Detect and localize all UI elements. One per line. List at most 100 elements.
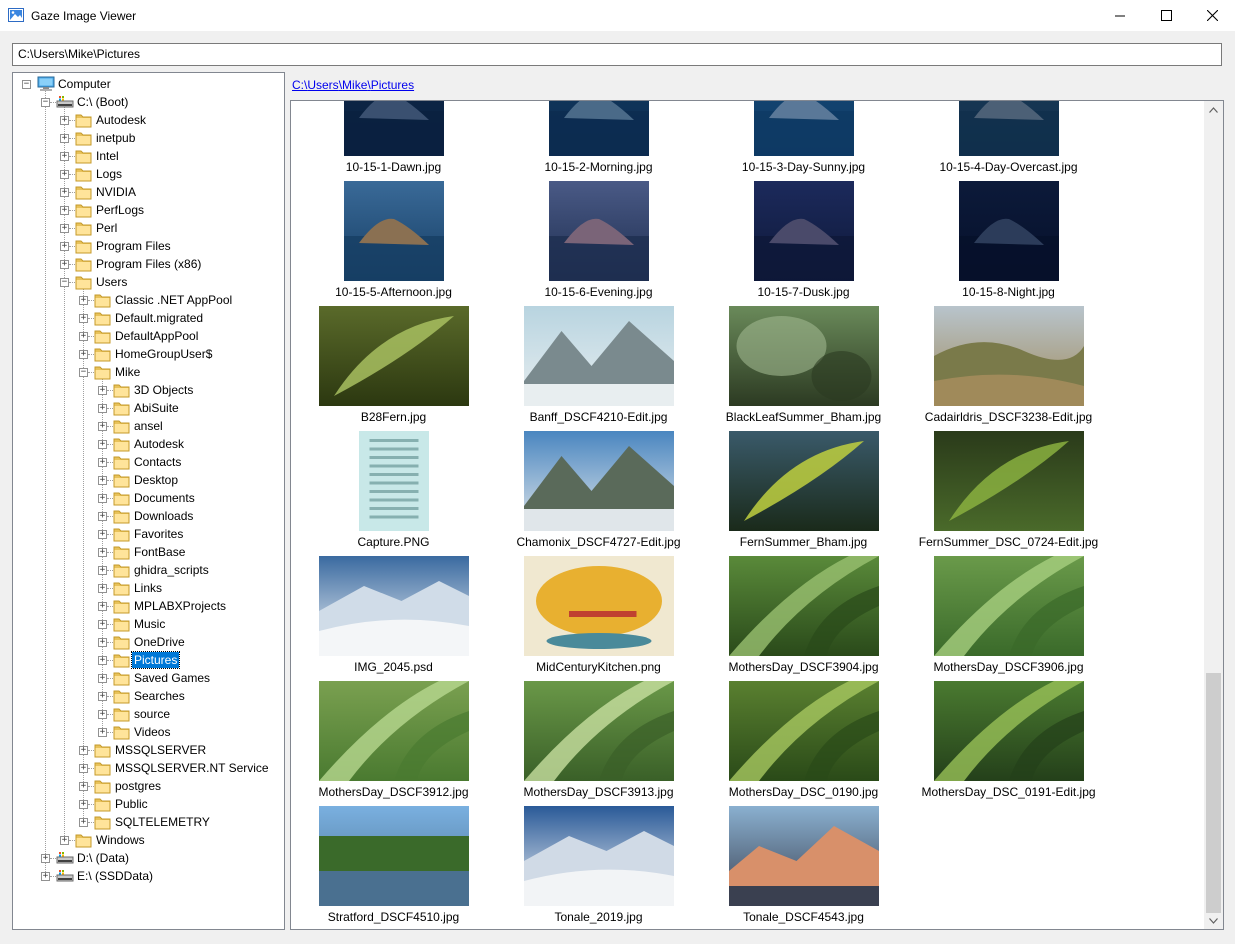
thumbnail-item[interactable]: MothersDay_DSC_0190.jpg: [701, 681, 906, 806]
tree-item[interactable]: + HomeGroupUser$: [13, 345, 284, 363]
tree-item[interactable]: + Intel: [13, 147, 284, 165]
thumbnail-item[interactable]: Banff_DSCF4210-Edit.jpg: [496, 306, 701, 431]
tree-item[interactable]: + Default.migrated: [13, 309, 284, 327]
tree-item[interactable]: + MSSQLSERVER: [13, 741, 284, 759]
expand-icon[interactable]: +: [60, 134, 69, 143]
thumbnail-item[interactable]: 10-15-8-Night.jpg: [906, 181, 1111, 306]
tree-item[interactable]: + Links: [13, 579, 284, 597]
expand-icon[interactable]: +: [98, 476, 107, 485]
thumbnail-item[interactable]: Tonale_2019.jpg: [496, 806, 701, 929]
thumbnail-item[interactable]: MothersDay_DSCF3906.jpg: [906, 556, 1111, 681]
thumbnail-item[interactable]: MothersDay_DSC_0191-Edit.jpg: [906, 681, 1111, 806]
expand-icon[interactable]: +: [98, 638, 107, 647]
expand-icon[interactable]: +: [79, 818, 88, 827]
tree-item[interactable]: + Autodesk: [13, 435, 284, 453]
breadcrumb-link[interactable]: Users: [307, 78, 338, 92]
tree-item[interactable]: + Music: [13, 615, 284, 633]
tree-item[interactable]: + Public: [13, 795, 284, 813]
tree-item[interactable]: + Windows: [13, 831, 284, 849]
thumbnail-item[interactable]: 10-15-3-Day-Sunny.jpg: [701, 101, 906, 181]
tree-item[interactable]: − Computer: [13, 75, 284, 93]
tree-item[interactable]: + DefaultAppPool: [13, 327, 284, 345]
expand-icon[interactable]: +: [79, 800, 88, 809]
breadcrumb-link[interactable]: Mike: [342, 78, 367, 92]
expand-icon[interactable]: +: [98, 728, 107, 737]
thumbnail-item[interactable]: Stratford_DSCF4510.jpg: [291, 806, 496, 929]
expand-icon[interactable]: +: [79, 782, 88, 791]
thumbnail-item[interactable]: 10-15-5-Afternoon.jpg: [291, 181, 496, 306]
thumbnail-item[interactable]: Capture.PNG: [291, 431, 496, 556]
expand-icon[interactable]: +: [60, 152, 69, 161]
expand-icon[interactable]: +: [41, 854, 50, 863]
expand-icon[interactable]: +: [79, 350, 88, 359]
expand-icon[interactable]: +: [98, 566, 107, 575]
tree-item[interactable]: + Searches: [13, 687, 284, 705]
expand-icon[interactable]: +: [60, 836, 69, 845]
maximize-button[interactable]: [1143, 0, 1189, 31]
tree-item[interactable]: + Contacts: [13, 453, 284, 471]
expand-icon[interactable]: +: [98, 530, 107, 539]
expand-icon[interactable]: +: [98, 674, 107, 683]
tree-item[interactable]: + Favorites: [13, 525, 284, 543]
tree-item[interactable]: + PerfLogs: [13, 201, 284, 219]
tree-item[interactable]: + SQLTELEMETRY: [13, 813, 284, 831]
expand-icon[interactable]: +: [60, 116, 69, 125]
tree-item[interactable]: + OneDrive: [13, 633, 284, 651]
thumbnail-item[interactable]: BlackLeafSummer_Bham.jpg: [701, 306, 906, 431]
expand-icon[interactable]: +: [60, 224, 69, 233]
expand-icon[interactable]: +: [98, 620, 107, 629]
tree-item[interactable]: + postgres: [13, 777, 284, 795]
expand-icon[interactable]: +: [79, 746, 88, 755]
expand-icon[interactable]: +: [98, 404, 107, 413]
breadcrumb-link[interactable]: C:: [292, 78, 304, 92]
thumbnail-item[interactable]: MidCenturyKitchen.png: [496, 556, 701, 681]
tree-item[interactable]: − C:\ (Boot): [13, 93, 284, 111]
tree-item[interactable]: + ghidra_scripts: [13, 561, 284, 579]
tree-item[interactable]: + MSSQLSERVER.NT Service: [13, 759, 284, 777]
expand-icon[interactable]: +: [60, 188, 69, 197]
expand-icon[interactable]: +: [98, 458, 107, 467]
thumbnail-item[interactable]: FernSummer_DSC_0724-Edit.jpg: [906, 431, 1111, 556]
scroll-up-button[interactable]: [1204, 101, 1223, 118]
expand-icon[interactable]: +: [41, 872, 50, 881]
expand-icon[interactable]: +: [98, 548, 107, 557]
tree-item[interactable]: + FontBase: [13, 543, 284, 561]
expand-icon[interactable]: +: [98, 710, 107, 719]
collapse-icon[interactable]: −: [60, 278, 69, 287]
scroll-down-button[interactable]: [1204, 912, 1223, 929]
close-button[interactable]: [1189, 0, 1235, 31]
tree-item[interactable]: + MPLABXProjects: [13, 597, 284, 615]
tree-item[interactable]: + Classic .NET AppPool: [13, 291, 284, 309]
scrollbar-thumb[interactable]: [1206, 673, 1221, 913]
tree-item[interactable]: + source: [13, 705, 284, 723]
expand-icon[interactable]: +: [60, 206, 69, 215]
tree-item[interactable]: + Saved Games: [13, 669, 284, 687]
thumbnail-item[interactable]: MothersDay_DSCF3913.jpg: [496, 681, 701, 806]
tree-item[interactable]: + D:\ (Data): [13, 849, 284, 867]
thumbnail-item[interactable]: IMG_2045.psd: [291, 556, 496, 681]
tree-item[interactable]: + Pictures: [13, 651, 284, 669]
thumbnail-item[interactable]: B28Fern.jpg: [291, 306, 496, 431]
collapse-icon[interactable]: −: [79, 368, 88, 377]
collapse-icon[interactable]: −: [22, 80, 31, 89]
tree-item[interactable]: + Logs: [13, 165, 284, 183]
thumbnail-grid[interactable]: 10-15-1-Dawn.jpg 10-15-2-Morning.jpg 10-15…: [290, 100, 1224, 930]
expand-icon[interactable]: +: [60, 242, 69, 251]
expand-icon[interactable]: +: [98, 494, 107, 503]
expand-icon[interactable]: +: [79, 332, 88, 341]
folder-tree[interactable]: − Computer − C:\ (Boot) + Autodesk + inetpub + In…: [12, 72, 285, 930]
expand-icon[interactable]: +: [98, 512, 107, 521]
collapse-icon[interactable]: −: [41, 98, 50, 107]
tree-item[interactable]: + Documents: [13, 489, 284, 507]
tree-item[interactable]: − Mike: [13, 363, 284, 381]
expand-icon[interactable]: +: [98, 602, 107, 611]
tree-item[interactable]: + Program Files (x86): [13, 255, 284, 273]
tree-item[interactable]: + E:\ (SSDData): [13, 867, 284, 885]
minimize-button[interactable]: [1097, 0, 1143, 31]
thumbnail-item[interactable]: 10-15-7-Dusk.jpg: [701, 181, 906, 306]
expand-icon[interactable]: +: [98, 584, 107, 593]
tree-item[interactable]: + AbiSuite: [13, 399, 284, 417]
expand-icon[interactable]: +: [79, 314, 88, 323]
thumbnail-item[interactable]: 10-15-6-Evening.jpg: [496, 181, 701, 306]
expand-icon[interactable]: +: [98, 386, 107, 395]
